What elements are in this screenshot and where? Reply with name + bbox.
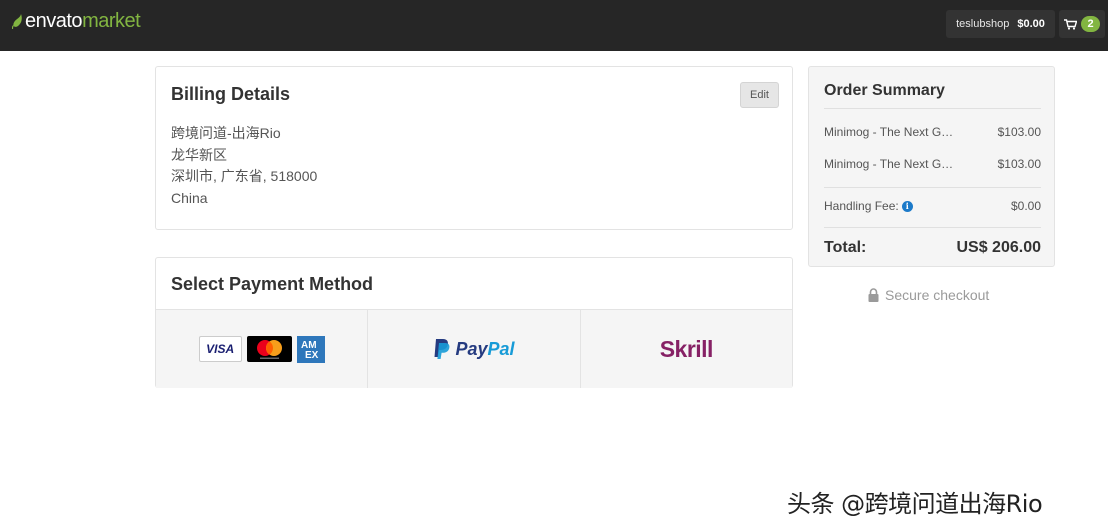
divider bbox=[824, 108, 1041, 109]
payment-method-options: VISA AM EX PayPal Skrill bbox=[156, 309, 792, 388]
logo-envato-text: envato bbox=[25, 9, 83, 32]
address-line: 龙华新区 bbox=[171, 146, 227, 163]
top-navbar: envato market teslubshop $0.00 2 bbox=[0, 0, 1108, 51]
paypal-payment-option[interactable]: PayPal bbox=[368, 310, 581, 388]
order-line-item: Minimog - The Next Gene... $103.00 bbox=[824, 157, 1041, 171]
divider bbox=[824, 227, 1041, 228]
lock-icon bbox=[868, 288, 879, 302]
username: teslubshop bbox=[956, 18, 1010, 30]
handling-fee-label: Handling Fee: bbox=[824, 199, 899, 213]
card-payment-option[interactable]: VISA AM EX bbox=[156, 310, 369, 388]
card-logos: VISA AM EX bbox=[198, 335, 325, 363]
account-balance: $0.00 bbox=[1017, 18, 1045, 30]
billing-details-panel: Billing Details Edit 跨境问道-出海Rio 龙华新区 深圳市… bbox=[155, 66, 793, 230]
leaf-icon bbox=[12, 13, 22, 29]
divider bbox=[824, 187, 1041, 188]
address-line: 深圳市, 广东省, 518000 bbox=[171, 168, 318, 184]
paypal-p-icon bbox=[434, 339, 450, 359]
paypal-pay-text: Pay bbox=[455, 338, 488, 359]
secure-checkout-text: Secure checkout bbox=[885, 287, 990, 303]
payment-method-panel: Select Payment Method VISA AM EX PayPal … bbox=[155, 257, 793, 388]
order-summary-panel: Order Summary Minimog - The Next Gene...… bbox=[808, 66, 1055, 267]
item-name: Minimog - The Next Gene... bbox=[824, 125, 959, 139]
handling-fee-row: Handling Fee: i $0.00 bbox=[824, 199, 1041, 213]
amex-logo: AM EX bbox=[296, 335, 325, 363]
account-balance-button[interactable]: teslubshop $0.00 bbox=[946, 10, 1055, 38]
item-price: $103.00 bbox=[997, 125, 1041, 139]
address-line: 跨境问道-出海Rio bbox=[171, 125, 281, 141]
secure-checkout-note: Secure checkout bbox=[868, 287, 989, 303]
info-icon[interactable]: i bbox=[901, 200, 913, 212]
watermark-text: 头条 @跨境问道出海Rio bbox=[787, 490, 1043, 518]
logo-market-text: market bbox=[82, 9, 141, 32]
total-value: US$ 206.00 bbox=[956, 239, 1041, 256]
address-line: China bbox=[171, 189, 208, 206]
payment-method-title: Select Payment Method bbox=[171, 274, 374, 294]
total-label: Total: bbox=[824, 239, 867, 256]
paypal-pal-text: Pal bbox=[487, 338, 515, 359]
billing-address: 跨境问道-出海Rio 龙华新区 深圳市, 广东省, 518000 China bbox=[171, 123, 317, 209]
order-summary-title: Order Summary bbox=[824, 82, 945, 99]
visa-logo: VISA bbox=[198, 336, 242, 362]
order-line-item: Minimog - The Next Gene... $103.00 bbox=[824, 125, 1041, 139]
cart-button[interactable]: 2 bbox=[1059, 10, 1105, 38]
envato-market-logo[interactable]: envato market bbox=[12, 9, 141, 33]
shopping-cart-icon bbox=[1064, 18, 1077, 30]
cart-count-badge: 2 bbox=[1081, 16, 1100, 32]
billing-details-title: Billing Details bbox=[171, 84, 291, 104]
svg-text:EX: EX bbox=[305, 350, 319, 361]
skrill-payment-option[interactable]: Skrill bbox=[581, 310, 792, 388]
handling-fee-value: $0.00 bbox=[1010, 199, 1041, 213]
item-price: $103.00 bbox=[997, 157, 1041, 171]
skrill-logo: Skrill bbox=[659, 335, 714, 362]
paypal-logo: PayPal bbox=[433, 338, 515, 360]
mastercard-logo bbox=[246, 336, 292, 362]
order-total-row: Total: US$ 206.00 bbox=[824, 239, 1041, 257]
item-name: Minimog - The Next Gene... bbox=[824, 157, 959, 171]
edit-billing-button[interactable]: Edit bbox=[740, 82, 779, 108]
